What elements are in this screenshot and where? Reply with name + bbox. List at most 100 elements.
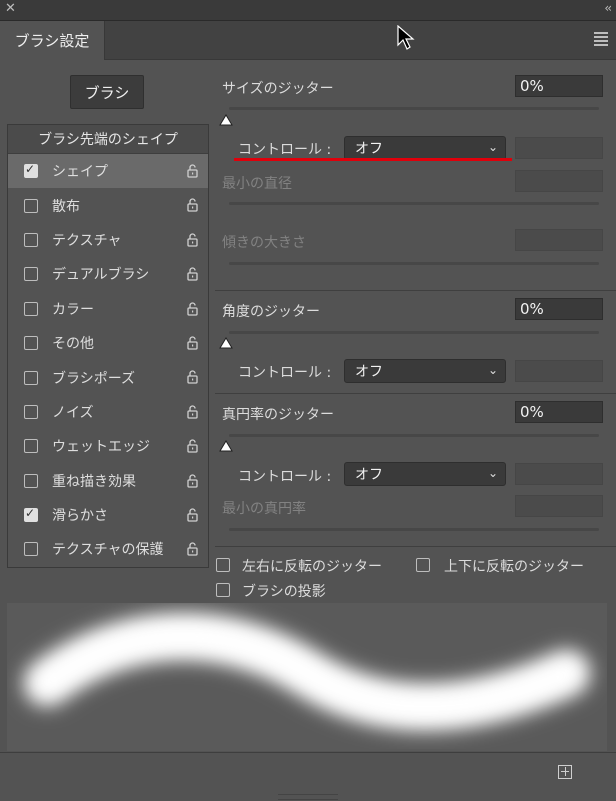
- brush-tip-shape-item[interactable]: ブラシ先端のシェイプ: [8, 125, 208, 154]
- unlock-icon[interactable]: [187, 370, 198, 384]
- option-checkbox[interactable]: [24, 301, 38, 316]
- roundness-jitter-field[interactable]: 0%: [515, 401, 603, 423]
- flip-y-checkbox[interactable]: [416, 558, 430, 572]
- chevron-down-icon: ⌄: [487, 140, 498, 154]
- section-divider: [215, 290, 616, 291]
- option-checkbox[interactable]: [24, 404, 38, 419]
- brush-option-item[interactable]: 散布: [8, 188, 208, 222]
- chevron-down-icon: ⌄: [487, 466, 498, 480]
- roundness-jitter-slider-thumb[interactable]: [219, 440, 233, 452]
- brush-option-item[interactable]: ブラシポーズ: [8, 360, 208, 394]
- flip-x-checkbox[interactable]: [216, 558, 230, 572]
- size-jitter-field[interactable]: 0%: [515, 75, 603, 97]
- option-checkbox[interactable]: [24, 439, 38, 454]
- panel-footer: [0, 752, 616, 801]
- chevron-down-icon: ⌄: [487, 363, 498, 377]
- roundness-control-value: オフ: [355, 467, 383, 483]
- angle-jitter-field[interactable]: 0%: [515, 298, 603, 320]
- unlock-icon[interactable]: [187, 233, 198, 247]
- brush-stroke-preview: [7, 603, 607, 751]
- option-checkbox[interactable]: [24, 473, 38, 488]
- unlock-icon[interactable]: [187, 439, 198, 453]
- angle-control-label: コントロール :: [238, 365, 332, 381]
- tilt-scale-field: [515, 229, 603, 251]
- option-checkbox[interactable]: [24, 267, 38, 282]
- angle-jitter-slider-thumb[interactable]: [219, 337, 233, 349]
- option-checkbox[interactable]: [24, 336, 38, 351]
- option-checkbox[interactable]: [24, 232, 38, 247]
- angle-control-extra-field: [515, 360, 603, 382]
- min-diameter-label: 最小の直径: [222, 176, 292, 192]
- collapse-icon[interactable]: ‹‹: [604, 1, 611, 15]
- close-icon[interactable]: ✕: [5, 1, 16, 16]
- panel-menu-icon[interactable]: [594, 32, 608, 48]
- roundness-jitter-label: 真円率のジッター: [222, 407, 334, 423]
- panel-top-bar: ✕ ‹‹: [0, 0, 616, 21]
- option-label: シェイプ: [52, 164, 108, 181]
- unlock-icon[interactable]: [187, 164, 198, 178]
- tab-brush-settings[interactable]: ブラシ設定: [0, 21, 105, 60]
- min-roundness-field: [515, 495, 603, 517]
- mouse-cursor-icon: [397, 25, 415, 50]
- roundness-control-extra-field: [515, 463, 603, 485]
- size-control-value: オフ: [355, 141, 383, 157]
- unlock-icon[interactable]: [187, 198, 198, 213]
- red-underline-annotation: [234, 158, 512, 161]
- brush-presets-button[interactable]: ブラシ: [70, 75, 144, 109]
- unlock-icon[interactable]: [187, 542, 198, 556]
- brush-option-item[interactable]: ノイズ: [8, 395, 208, 429]
- option-checkbox[interactable]: [24, 162, 38, 179]
- roundness-jitter-slider[interactable]: [229, 434, 599, 437]
- section-divider: [215, 393, 616, 394]
- flip-x-label: 左右に反転のジッター: [242, 559, 382, 575]
- option-label: カラー: [52, 301, 94, 318]
- brush-option-item[interactable]: ウェットエッジ: [8, 429, 208, 463]
- brush-projection-checkbox[interactable]: [216, 583, 230, 597]
- tilt-scale-slider: [229, 262, 599, 265]
- option-label: ブラシポーズ: [52, 370, 136, 387]
- size-jitter-slider[interactable]: [229, 107, 599, 110]
- option-label: デュアルブラシ: [52, 267, 150, 284]
- angle-control-select[interactable]: オフ ⌄: [344, 359, 506, 383]
- brush-stroke-graphic: [24, 613, 590, 730]
- size-control-extra-field: [515, 137, 603, 159]
- min-diameter-slider: [229, 202, 599, 205]
- flip-y-label: 上下に反転のジッター: [444, 559, 584, 575]
- option-checkbox[interactable]: [24, 198, 38, 213]
- brush-option-item[interactable]: デュアルブラシ: [8, 257, 208, 291]
- roundness-control-label: コントロール :: [238, 469, 332, 485]
- tilt-scale-label: 傾きの大きさ: [222, 235, 306, 251]
- angle-jitter-slider[interactable]: [229, 331, 599, 334]
- unlock-icon[interactable]: [187, 301, 198, 316]
- unlock-icon[interactable]: [187, 336, 198, 350]
- option-label: テクスチャ: [52, 232, 122, 249]
- brush-option-item[interactable]: 重ね描き効果: [8, 464, 208, 498]
- option-label: テクスチャの保護: [52, 542, 164, 559]
- resize-grip[interactable]: [278, 794, 338, 800]
- new-brush-icon[interactable]: [558, 765, 572, 779]
- size-jitter-slider-thumb[interactable]: [219, 114, 233, 126]
- option-checkbox[interactable]: [24, 370, 38, 385]
- angle-jitter-label: 角度のジッター: [222, 304, 320, 320]
- brush-options-list: ブラシ先端のシェイプ シェイプ散布テクスチャデュアルブラシカラーその他ブラシポー…: [7, 124, 209, 568]
- size-jitter-label: サイズのジッター: [222, 81, 334, 97]
- unlock-icon[interactable]: [187, 473, 198, 488]
- brush-option-item[interactable]: 滑らかさ: [8, 498, 208, 532]
- angle-control-value: オフ: [355, 364, 383, 380]
- option-checkbox[interactable]: [24, 542, 38, 557]
- min-diameter-field: [515, 170, 603, 192]
- brush-option-item[interactable]: その他: [8, 326, 208, 360]
- brush-option-item[interactable]: テクスチャ: [8, 223, 208, 257]
- brush-option-item[interactable]: テクスチャの保護: [8, 532, 208, 566]
- unlock-icon[interactable]: [187, 405, 198, 419]
- roundness-control-select[interactable]: オフ ⌄: [344, 462, 506, 486]
- brush-option-item[interactable]: カラー: [8, 292, 208, 326]
- unlock-icon[interactable]: [187, 508, 198, 522]
- section-divider: [215, 546, 616, 547]
- tab-row: ブラシ設定: [0, 21, 616, 60]
- size-control-select[interactable]: オフ ⌄: [344, 136, 506, 160]
- brush-option-item[interactable]: シェイプ: [8, 154, 208, 189]
- option-checkbox[interactable]: [24, 506, 38, 523]
- option-label: 散布: [52, 198, 80, 215]
- unlock-icon[interactable]: [187, 267, 198, 281]
